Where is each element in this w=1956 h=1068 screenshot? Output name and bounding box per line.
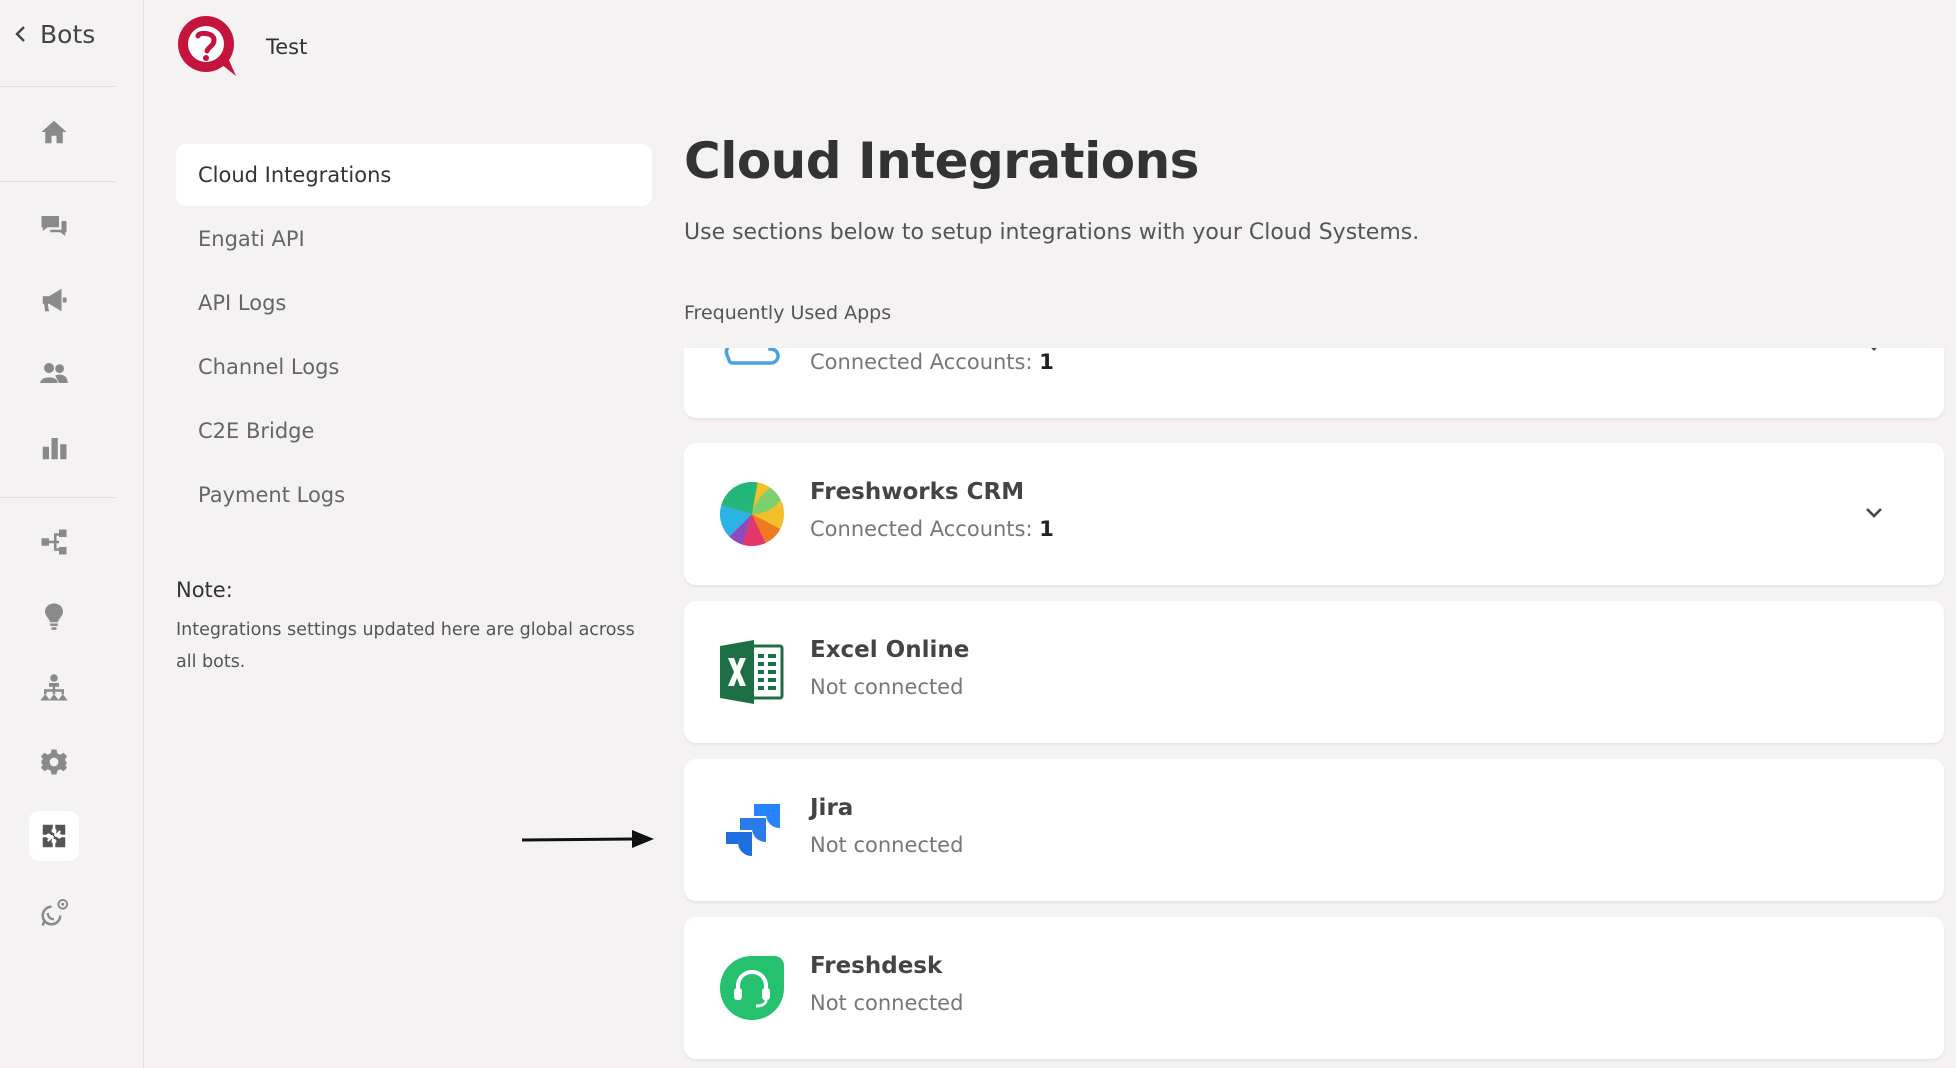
integrations-puzzle-icon[interactable] <box>29 811 79 861</box>
app-name: Jira <box>810 795 854 821</box>
app-name: Freshworks CRM <box>810 479 1025 505</box>
org-chart-icon[interactable] <box>29 663 79 713</box>
chat-icon[interactable] <box>29 201 79 251</box>
note-panel: Note: Integrations settings updated here… <box>176 578 652 678</box>
subnav-item-api-logs[interactable]: API Logs <box>176 272 652 334</box>
app-status: Not connected <box>810 675 964 699</box>
bot-name: Test <box>266 35 308 59</box>
back-to-bots-link[interactable]: Bots <box>14 16 95 52</box>
page-description: Use sections below to setup integrations… <box>684 220 1420 245</box>
app-card[interactable]: Jira Not connected <box>684 759 1944 901</box>
excel-icon <box>720 640 784 704</box>
rail-divider <box>0 181 116 182</box>
rail-divider <box>0 497 116 498</box>
bot-header: Test <box>176 14 307 80</box>
back-label: Bots <box>40 19 96 49</box>
integrations-subnav: Cloud Integrations Engati API API Logs C… <box>176 144 652 528</box>
apps-list: Connected Accounts: 1 Freshworks CRM Con… <box>684 348 1946 1068</box>
app-status: Connected Accounts: 1 <box>810 350 1054 374</box>
note-title: Note: <box>176 578 233 602</box>
page-title: Cloud Integrations <box>684 132 1199 190</box>
engati-logo-icon <box>178 16 236 76</box>
chevron-down-icon[interactable] <box>1862 348 1886 358</box>
cloud-icon <box>724 348 780 365</box>
flow-icon[interactable] <box>29 517 79 567</box>
freshworks-crm-icon <box>720 482 784 546</box>
chevron-left-icon <box>15 26 25 42</box>
subnav-item-engati-api[interactable]: Engati API <box>176 208 652 270</box>
subnav-item-channel-logs[interactable]: Channel Logs <box>176 336 652 398</box>
app-card[interactable]: Freshworks CRM Connected Accounts: 1 <box>684 443 1944 585</box>
subnav-item-payment-logs[interactable]: Payment Logs <box>176 464 652 526</box>
lightbulb-icon[interactable] <box>29 591 79 641</box>
app-status: Not connected <box>810 991 964 1015</box>
users-icon[interactable] <box>29 348 79 398</box>
chevron-down-icon[interactable] <box>1862 501 1886 525</box>
app-card[interactable]: Excel Online Not connected <box>684 601 1944 743</box>
app-name: Freshdesk <box>810 953 943 979</box>
rail-divider <box>0 86 116 87</box>
subnav-item-c2e-bridge[interactable]: C2E Bridge <box>176 400 652 462</box>
jira-icon <box>726 804 780 856</box>
app-status: Connected Accounts: 1 <box>810 517 1054 541</box>
section-label: Frequently Used Apps <box>684 302 892 324</box>
note-text: Integrations settings updated here are g… <box>176 620 635 672</box>
home-icon[interactable] <box>29 107 79 157</box>
app-status: Not connected <box>810 833 964 857</box>
app-card[interactable]: Connected Accounts: 1 <box>684 348 1944 418</box>
left-rail: Bots <box>0 0 144 1068</box>
app-card[interactable]: Freshdesk Not connected <box>684 917 1944 1059</box>
megaphone-icon[interactable] <box>29 275 79 325</box>
gear-icon[interactable] <box>29 737 79 787</box>
arrow-annotation-icon <box>521 830 654 848</box>
freshdesk-icon <box>720 956 784 1020</box>
app-name: Excel Online <box>810 637 970 663</box>
bar-chart-icon[interactable] <box>29 423 79 473</box>
whatsapp-settings-icon[interactable] <box>29 888 79 938</box>
subnav-item-cloud-integrations[interactable]: Cloud Integrations <box>176 144 652 206</box>
